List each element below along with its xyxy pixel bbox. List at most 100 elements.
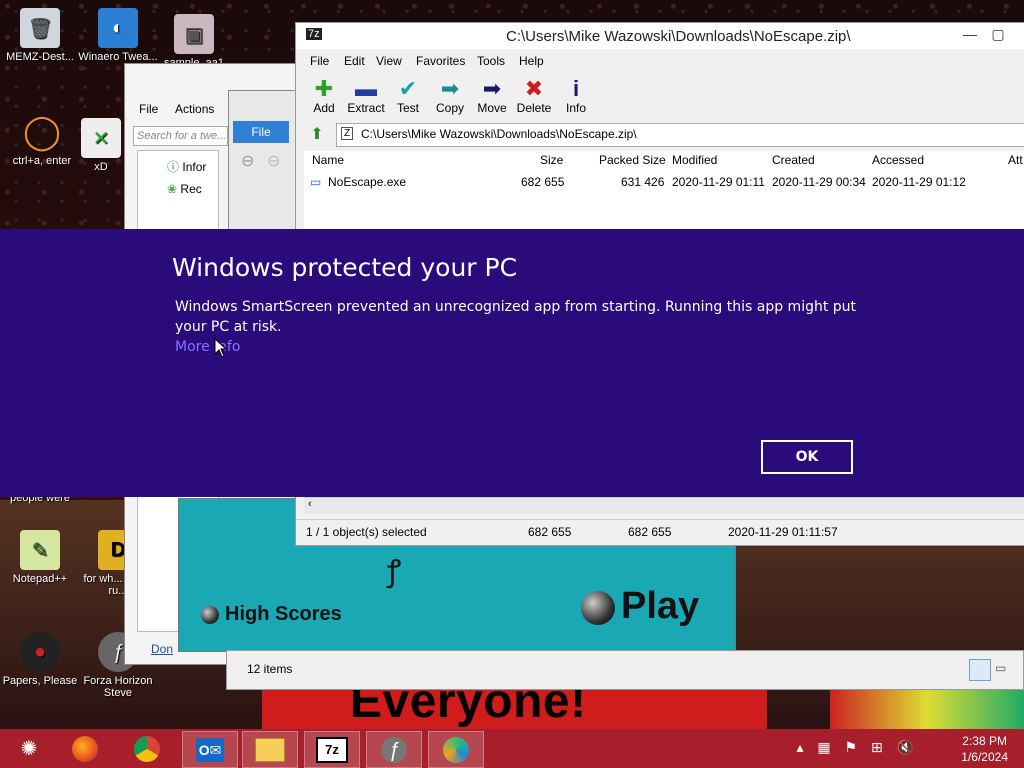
file-list[interactable]: Name Size Packed Size Modified Created A… xyxy=(304,151,1024,231)
menu-edit[interactable]: Edit xyxy=(344,54,365,68)
items-count: 12 items xyxy=(247,662,293,676)
recycle-bin-icon: 🗑 xyxy=(20,8,60,48)
taskbar-outlook[interactable]: O✉ xyxy=(182,731,238,768)
back-icon[interactable]: ⊖ xyxy=(241,151,254,171)
folder-icon xyxy=(255,737,285,762)
desktop-icon-winaero[interactable]: ◐ Winaero Twea... xyxy=(78,8,158,63)
up-folder-icon[interactable]: ⬆ xyxy=(306,124,328,144)
info-button[interactable]: i Info xyxy=(551,77,601,116)
file-tab[interactable]: File xyxy=(233,121,289,143)
play-button[interactable]: Play xyxy=(581,585,699,628)
large-icons-view-icon[interactable]: ▭ xyxy=(995,661,1006,675)
forward-icon[interactable]: ⊖ xyxy=(267,151,280,171)
explorer-ribbon-window[interactable]: File ⊖ ⊖ xyxy=(228,90,300,232)
tweaker-search-input[interactable]: Search for a twe... xyxy=(133,126,228,146)
network-status-icon[interactable]: ⊞ xyxy=(871,739,883,755)
desktop-icon-label: Papers, Please xyxy=(2,675,78,687)
column-created[interactable]: Created xyxy=(772,153,815,167)
taskbar-7zip[interactable]: 7z xyxy=(304,731,360,768)
maximize-icon[interactable]: ▢ xyxy=(988,26,1008,43)
exe-file-icon: ▭ xyxy=(310,175,322,189)
taskbar: ✺ O✉ 7z ƒ ▴ ▦ ⚑ ⊞ 🔇 2:38 PM 1/6/2024 xyxy=(0,729,1024,768)
desktop-icon-notepadpp[interactable]: ✎ Notepad++ xyxy=(0,530,80,585)
explorer-status-bar: 12 items ▭ xyxy=(226,650,1024,690)
more-info-link[interactable]: More info xyxy=(175,339,240,355)
image-icon: ▣ xyxy=(174,14,214,54)
taskbar-firefox[interactable] xyxy=(58,731,112,766)
desktop-icon-label: Notepad++ xyxy=(12,573,68,585)
desktop-icon-xd[interactable]: ✕ xD xyxy=(80,118,122,173)
network-icon[interactable]: ▦ xyxy=(817,739,830,755)
menu-favorites[interactable]: Favorites xyxy=(416,54,465,68)
menu-help[interactable]: Help xyxy=(519,54,544,68)
volume-muted-icon[interactable]: 🔇 xyxy=(897,739,914,755)
address-bar[interactable]: Z C:\Users\Mike Wazowski\Downloads\NoEsc… xyxy=(336,123,1024,147)
details-view-icon[interactable] xyxy=(969,659,991,681)
game-squiggle-icon: ꝭ xyxy=(387,555,402,588)
ok-button[interactable]: OK xyxy=(761,440,853,474)
show-hidden-icons-icon[interactable]: ▴ xyxy=(796,739,803,755)
outlook-icon: O✉ xyxy=(196,737,224,762)
column-packed-size[interactable]: Packed Size xyxy=(599,153,666,167)
archive-icon: Z xyxy=(341,127,354,140)
menu-actions[interactable]: Actions xyxy=(175,102,214,116)
tweaker-menu: File Actions xyxy=(139,102,228,116)
high-scores-button[interactable]: High Scores xyxy=(201,603,342,626)
status-size: 682 655 xyxy=(528,525,572,539)
tree-item-info[interactable]: ⓘ Infor xyxy=(167,158,206,175)
taskbar-chrome[interactable] xyxy=(120,731,174,766)
menu-tools[interactable]: Tools xyxy=(477,54,505,68)
start-orb-icon: ✺ xyxy=(20,738,38,760)
scroll-left-icon[interactable]: ‹ xyxy=(308,498,312,510)
chrome-icon xyxy=(134,735,160,762)
column-size[interactable]: Size xyxy=(540,153,563,167)
7zip-icon: 7z xyxy=(316,736,348,763)
horizontal-scrollbar[interactable]: ‹ xyxy=(304,497,1024,514)
start-button[interactable]: ✺ xyxy=(2,731,56,766)
cell-packed: 631 426 xyxy=(621,175,665,189)
taskbar-edge[interactable] xyxy=(428,731,484,768)
mouse-cursor-icon xyxy=(214,338,226,358)
desktop-icon-papers-please[interactable]: ● Papers, Please xyxy=(0,632,80,687)
menu-view[interactable]: View xyxy=(376,54,402,68)
taskbar-flash[interactable]: ƒ xyxy=(366,731,422,768)
papers-please-icon: ● xyxy=(20,632,60,672)
column-attributes[interactable]: Att xyxy=(1008,153,1023,167)
dialog-message: Windows SmartScreen prevented an unrecog… xyxy=(175,299,857,335)
tree-item-rec[interactable]: ❀ Rec xyxy=(167,182,202,196)
window-title: C:\Users\Mike Wazowski\Downloads\NoEscap… xyxy=(506,28,851,45)
menu-file[interactable]: File xyxy=(310,54,329,68)
column-accessed[interactable]: Accessed xyxy=(872,153,924,167)
action-center-flag-icon[interactable]: ⚑ xyxy=(844,739,857,755)
cell-created: 2020-11-29 00:34 xyxy=(772,175,866,189)
desktop-icon-ctrl-a[interactable]: ◯ ctrl+a, enter xyxy=(2,112,82,167)
menu-file[interactable]: File xyxy=(139,102,158,116)
clock-time: 2:38 PM xyxy=(962,734,1007,748)
play-label: Play xyxy=(621,585,700,627)
taskbar-explorer[interactable] xyxy=(242,731,298,768)
info-label: Info xyxy=(565,101,586,115)
dialog-title: Windows protected your PC xyxy=(172,253,518,282)
ball-icon xyxy=(581,590,615,625)
address-text: C:\Users\Mike Wazowski\Downloads\NoEscap… xyxy=(361,127,637,141)
bottom-link[interactable]: Don xyxy=(151,642,173,656)
tree-item-label: Infor xyxy=(182,160,207,174)
cell-name: NoEscape.exe xyxy=(328,175,407,189)
system-tray: ▴ ▦ ⚑ ⊞ 🔇 xyxy=(786,739,914,756)
column-name[interactable]: Name xyxy=(312,153,344,167)
x-icon: ✕ xyxy=(81,118,121,158)
info-icon: ⓘ xyxy=(167,160,180,174)
desktop-icon-memz[interactable]: 🗑 MEMZ-Dest... xyxy=(0,8,80,63)
desktop-icon-label: ctrl+a, enter xyxy=(12,155,72,167)
desktop-icon-sample[interactable]: ▣ sample_aa1 xyxy=(154,14,234,69)
minimize-icon[interactable]: — xyxy=(960,26,980,42)
edge-icon xyxy=(443,736,469,763)
7zip-titlebar[interactable]: 7z C:\Users\Mike Wazowski\Downloads\NoEs… xyxy=(296,23,1024,49)
cell-modified: 2020-11-29 01:11 xyxy=(672,175,765,189)
ball-icon xyxy=(201,605,219,624)
7zip-app-icon: 7z xyxy=(306,28,322,40)
clock-date: 1/6/2024 xyxy=(961,750,1008,764)
firefox-icon xyxy=(72,735,98,762)
column-modified[interactable]: Modified xyxy=(672,153,717,167)
taskbar-clock[interactable]: 2:38 PM 1/6/2024 xyxy=(961,733,1008,765)
